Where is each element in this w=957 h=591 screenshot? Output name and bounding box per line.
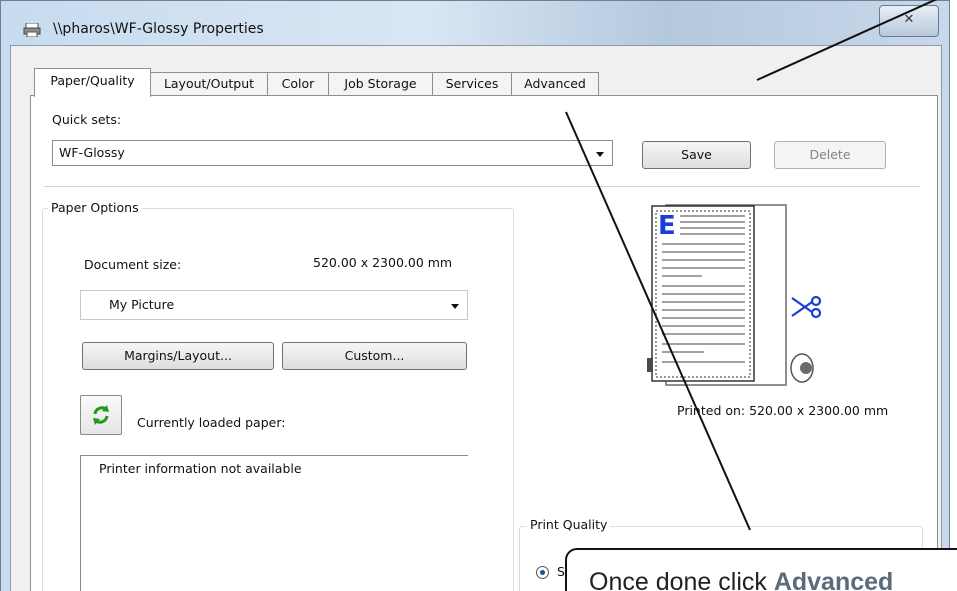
tab-advanced[interactable]: Advanced [511,72,599,95]
print-quality-radio-standard[interactable] [536,566,549,579]
scissors-icon [791,295,822,319]
screenshot: \\pharos\WF-Glossy Properties ✕ Paper/Qu… [0,0,957,591]
refresh-icon [93,405,109,425]
callout-emphasis: Advanced [773,568,894,591]
printer-icon [23,23,41,37]
callout-text: Once done click [589,568,774,591]
document-size-select[interactable]: My Picture [80,290,468,320]
margins-layout-button[interactable]: Margins/Layout... [82,342,274,370]
document-size-label: Document size: [84,257,182,272]
chevron-down-icon [596,152,604,157]
save-button[interactable]: Save [642,141,751,169]
tab-paper-quality[interactable]: Paper/Quality [34,68,151,97]
title-bar: \\pharos\WF-Glossy Properties ✕ [1,1,949,45]
refresh-button[interactable] [80,395,122,435]
tab-color[interactable]: Color [267,72,329,95]
paper-preview-illustration: E [647,204,822,386]
tab-job-storage[interactable]: Job Storage [328,72,433,95]
quick-sets-label: Quick sets: [52,112,122,127]
quick-sets-select[interactable]: WF-Glossy [52,140,613,166]
print-quality-option-label: S [557,564,565,579]
quick-sets-value: WF-Glossy [59,145,125,160]
tab-services[interactable]: Services [432,72,512,95]
preview-letter: E [658,211,676,241]
window-title: \\pharos\WF-Glossy Properties [53,21,264,37]
print-quality-title: Print Quality [527,517,611,532]
close-button[interactable]: ✕ [879,5,939,37]
paper-options-title: Paper Options [48,200,142,215]
document-size-value: 520.00 x 2300.00 mm [313,255,453,270]
printed-on-label: Printed on: 520.00 x 2300.00 mm [677,403,889,418]
chevron-down-icon [451,304,459,309]
delete-button[interactable]: Delete [774,141,886,169]
divider [44,186,920,187]
instruction-callout: Once done click Advanced [565,548,957,591]
printer-info-text: Printer information not available [99,461,302,476]
document-size-select-value: My Picture [109,297,175,312]
printer-info-box: Printer information not available [80,455,468,591]
currently-loaded-paper-label: Currently loaded paper: [137,415,286,430]
tab-layout-output[interactable]: Layout/Output [150,72,268,95]
custom-button[interactable]: Custom... [282,342,467,370]
close-icon: ✕ [903,12,915,27]
roll-end-icon [790,353,814,383]
